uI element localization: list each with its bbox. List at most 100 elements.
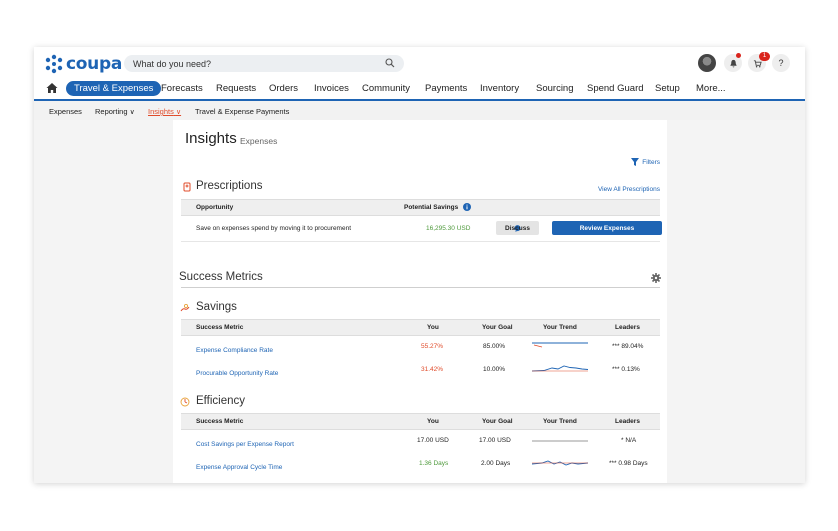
top-bar: coupa What do you need? 1 ? (34, 47, 805, 79)
trend-sparkline (532, 342, 588, 348)
subnav-payments-label: Travel & Expense Payments (195, 107, 290, 116)
subnav-reporting[interactable]: Reporting ∨ (95, 107, 135, 116)
table-row: Procurable Opportunity Rate 31.42% 10.00… (181, 362, 660, 382)
filters-button[interactable]: Filters (631, 158, 660, 166)
review-expenses-button[interactable]: Review Expenses (552, 221, 662, 235)
leaders-value: *** 89.04% (612, 343, 644, 350)
prescriptions-title: Prescriptions (196, 180, 263, 192)
subnav-reporting-label: Reporting (95, 107, 128, 116)
header-your-goal: Your Goal (482, 418, 513, 425)
nav-tab-setup[interactable]: Setup (655, 83, 680, 94)
nav-tab-more[interactable]: More... (696, 83, 726, 94)
prescription-icon (183, 182, 191, 192)
page-subtitle: Expenses (240, 136, 278, 146)
gear-icon[interactable] (651, 273, 661, 283)
header-leaders: Leaders (615, 324, 640, 331)
efficiency-title: Efficiency (196, 395, 246, 407)
subnav-insights-label: Insights (148, 107, 174, 116)
coupa-logo-icon (45, 54, 63, 74)
review-expenses-label: Review Expenses (579, 225, 635, 232)
efficiency-icon (180, 397, 190, 407)
subnav-travel-expense-payments[interactable]: Travel & Expense Payments (195, 107, 289, 116)
metric-link[interactable]: Expense Approval Cycle Time (196, 464, 282, 471)
header-your-trend: Your Trend (543, 324, 577, 331)
coupa-logo[interactable]: coupa (44, 54, 122, 74)
leaders-value: *** 0.13% (612, 366, 640, 373)
you-value: 31.42% (421, 366, 444, 373)
header-you: You (427, 324, 439, 331)
notification-dot (736, 53, 741, 58)
header-you: You (427, 418, 439, 425)
filter-icon (631, 158, 640, 166)
you-value: 1.36 Days (419, 460, 449, 467)
metric-link[interactable]: Expense Compliance Rate (196, 347, 273, 354)
header-your-goal: Your Goal (482, 324, 513, 331)
header-your-trend: Your Trend (543, 418, 577, 425)
header-leaders: Leaders (615, 418, 640, 425)
potential-savings-value: 16,295.30 USD (426, 225, 471, 232)
table-row: Expense Compliance Rate 55.27% 85.00% **… (181, 339, 660, 359)
subnav-expenses[interactable]: Expenses (49, 107, 82, 116)
filters-label: Filters (642, 158, 660, 166)
opportunity-text: Save on expenses spend by moving it to p… (196, 225, 352, 232)
prescription-row: Save on expenses spend by moving it to p… (181, 221, 662, 241)
trend-sparkline (532, 440, 588, 442)
nav-tab-invoices[interactable]: Invoices (314, 83, 349, 94)
discuss-button[interactable]: Discuss (496, 221, 539, 235)
header-opportunity: Opportunity (196, 204, 234, 211)
user-avatar[interactable] (698, 54, 716, 72)
table-row: Expense Approval Cycle Time 1.36 Days 2.… (181, 456, 660, 476)
search-placeholder: What do you need? (133, 59, 212, 69)
chevron-down-icon: ∨ (129, 109, 135, 116)
leaders-value: *** 0.98 Days (609, 460, 648, 467)
goal-value: 85.00% (483, 343, 506, 350)
efficiency-header: Success Metric You Your Goal Your Trend … (181, 413, 660, 430)
view-all-prescriptions-link[interactable]: View All Prescriptions (598, 186, 660, 193)
search-input[interactable]: What do you need? (124, 55, 404, 72)
divider (181, 241, 660, 242)
trend-sparkline (532, 460, 588, 466)
header-success-metric: Success Metric (196, 324, 244, 331)
header-success-metric: Success Metric (196, 418, 244, 425)
nav-tab-inventory[interactable]: Inventory (480, 83, 519, 94)
nav-tab-community[interactable]: Community (362, 83, 410, 94)
help-icon: ? (778, 58, 784, 68)
chevron-down-icon: ∨ (175, 109, 182, 116)
you-value: 55.27% (421, 343, 444, 350)
savings-header: Success Metric You Your Goal Your Trend … (181, 319, 660, 336)
nav-tab-orders[interactable]: Orders (269, 83, 298, 94)
nav-tab-travel-expenses[interactable]: Travel & Expenses (66, 81, 162, 96)
home-icon[interactable] (46, 82, 58, 94)
main-nav: Travel & Expenses Forecasts Requests Ord… (34, 79, 805, 99)
metric-link[interactable]: Cost Savings per Expense Report (196, 441, 294, 448)
nav-tab-spend-guard[interactable]: Spend Guard (587, 83, 644, 94)
nav-tab-payments[interactable]: Payments (425, 83, 467, 94)
savings-title: Savings (196, 301, 237, 313)
success-metrics-divider (181, 287, 660, 288)
nav-tab-sourcing[interactable]: Sourcing (536, 83, 574, 94)
goal-value: 17.00 USD (479, 437, 511, 444)
info-icon[interactable] (463, 203, 471, 211)
cart-badge: 1 (759, 52, 770, 61)
logo-text: coupa (66, 54, 122, 74)
goal-value: 2.00 Days (481, 460, 511, 467)
nav-tab-forecasts[interactable]: Forecasts (161, 83, 203, 94)
insights-panel: Insights Expenses Filters Prescriptions … (173, 120, 667, 483)
trend-sparkline (532, 365, 588, 372)
subnav-expenses-label: Expenses (49, 107, 82, 116)
you-value: 17.00 USD (417, 437, 449, 444)
prescriptions-header: Opportunity Potential Savings (181, 199, 660, 216)
metric-link[interactable]: Procurable Opportunity Rate (196, 370, 278, 377)
help-button[interactable]: ? (772, 54, 790, 72)
success-metrics-title: Success Metrics (179, 271, 263, 283)
header-potential-savings: Potential Savings (404, 204, 459, 211)
search-icon[interactable] (385, 58, 395, 68)
table-row: Cost Savings per Expense Report 17.00 US… (181, 433, 660, 453)
sub-nav: Expenses Reporting ∨ Insights ∨ Travel &… (34, 101, 805, 120)
page-title: Insights (185, 130, 237, 147)
nav-tab-requests[interactable]: Requests (216, 83, 256, 94)
subnav-insights[interactable]: Insights ∨ (148, 107, 181, 116)
discuss-label: Discuss (505, 225, 530, 232)
leaders-value: * N/A (621, 437, 637, 444)
bell-icon (729, 59, 737, 67)
